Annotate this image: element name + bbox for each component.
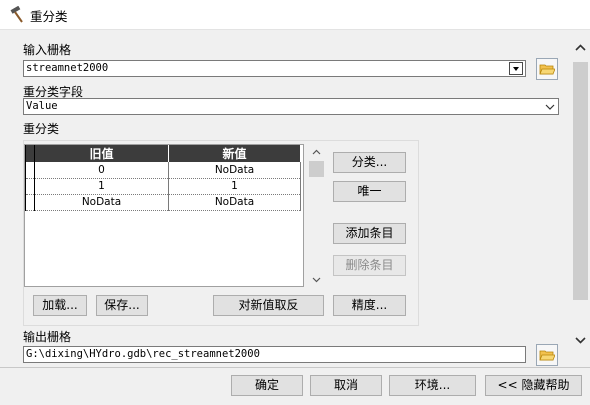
open-folder-icon [539, 64, 555, 75]
chevron-up-icon[interactable] [574, 43, 587, 53]
reclass-field-select[interactable]: Value [23, 98, 559, 115]
table-header-row: 旧值 新值 [25, 145, 301, 162]
column-header-new[interactable]: 新值 [168, 145, 301, 162]
table-row[interactable]: NoData NoData [25, 194, 301, 211]
window-title: 重分类 [30, 9, 68, 24]
table-row[interactable]: 0 NoData [25, 162, 301, 179]
load-button[interactable]: 加载... [33, 295, 87, 316]
row-selector[interactable] [25, 178, 35, 195]
save-button[interactable]: 保存... [96, 295, 148, 316]
old-value-cell[interactable]: 0 [34, 162, 169, 179]
chevron-down-icon [545, 104, 555, 110]
new-value-cell[interactable]: NoData [168, 162, 301, 179]
new-value-cell[interactable]: NoData [168, 194, 301, 211]
reclass-group: 旧值 新值 0 NoData 1 1 NoData NoData 分类... 唯… [23, 140, 419, 326]
dialog-footer: 确定 取消 环境... << 隐藏帮助 [0, 367, 590, 405]
cancel-button[interactable]: 取消 [310, 375, 382, 396]
environments-button[interactable]: 环境... [389, 375, 476, 396]
open-folder-icon [539, 350, 555, 361]
new-value-cell[interactable]: 1 [168, 178, 301, 195]
chevron-down-icon[interactable] [311, 275, 322, 284]
old-value-cell[interactable]: 1 [34, 178, 169, 195]
old-value-cell[interactable]: NoData [34, 194, 169, 211]
output-raster-value: G:\dixing\HYdro.gdb\rec_streamnet2000 [26, 348, 260, 360]
add-entry-button[interactable]: 添加条目 [333, 223, 406, 244]
reclass-field-value: Value [26, 100, 58, 112]
hide-help-button[interactable]: << 隐藏帮助 [485, 375, 582, 396]
output-raster-field[interactable]: G:\dixing\HYdro.gdb\rec_streamnet2000 [23, 346, 526, 363]
reclass-section-label: 重分类 [23, 122, 60, 136]
precision-button[interactable]: 精度... [333, 295, 406, 316]
classify-button[interactable]: 分类... [333, 152, 406, 173]
title-bar: 重分类 [0, 0, 590, 30]
chevron-down-icon[interactable] [574, 335, 587, 345]
row-selector[interactable] [25, 194, 35, 211]
input-raster-field[interactable]: streamnet2000 [23, 60, 526, 77]
table-row[interactable]: 1 1 [25, 178, 301, 195]
row-header-corner [25, 145, 35, 162]
ok-button[interactable]: 确定 [231, 375, 303, 396]
form-scrollbar-thumb[interactable] [573, 62, 588, 300]
chevron-up-icon[interactable] [311, 148, 322, 157]
input-raster-browse-button[interactable] [536, 58, 558, 80]
table-scrollbar[interactable] [308, 144, 325, 287]
column-header-old[interactable]: 旧值 [34, 145, 169, 162]
reverse-new-values-button[interactable]: 对新值取反 [213, 295, 324, 316]
form-scrollbar[interactable] [571, 30, 590, 367]
input-raster-label: 输入栅格 [23, 43, 72, 57]
input-raster-value: streamnet2000 [26, 62, 109, 74]
delete-entry-button[interactable]: 删除条目 [333, 255, 406, 276]
output-raster-browse-button[interactable] [536, 344, 558, 366]
tool-form: 输入栅格 streamnet2000 重分类字段 Value 重分类 旧值 新值 [0, 30, 571, 367]
reclass-table[interactable]: 旧值 新值 0 NoData 1 1 NoData NoData [24, 144, 304, 287]
unique-button[interactable]: 唯一 [333, 181, 406, 202]
row-selector[interactable] [25, 162, 35, 179]
hammer-icon [10, 6, 23, 23]
input-raster-dropdown-button[interactable] [509, 62, 523, 75]
table-scrollbar-thumb[interactable] [309, 161, 324, 177]
output-raster-label: 输出栅格 [23, 330, 72, 344]
